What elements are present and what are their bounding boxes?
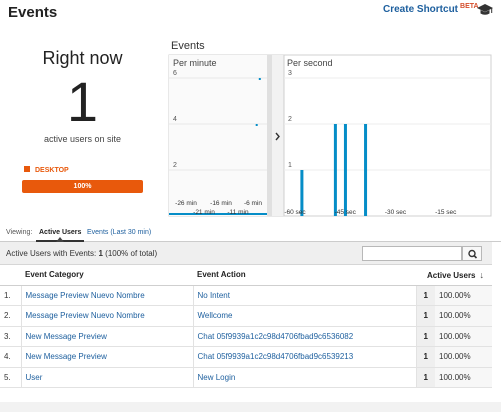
active-users-percent-cell: 100.00% [435, 326, 493, 347]
active-users-percent-cell: 100.00% [435, 285, 493, 306]
per-second-title: Per second [287, 58, 333, 68]
table-row: 1. Message Preview Nuevo Nombre No Intent 1… [0, 285, 493, 306]
per-second-bar [364, 124, 368, 216]
per-minute-y-tick: 2 [173, 162, 177, 169]
per-minute-y-tick: 4 [173, 116, 177, 123]
events-chart: Per minute Per second 2 4 6 -26 min -21 min -16… [168, 54, 492, 217]
realtime-events-page: Events Create Shortcut BETA Right now 1 a… [0, 0, 501, 412]
per-minute-bar [255, 124, 258, 126]
table-row: 2. Message Preview Nuevo Nombre Wellcome 1 1… [0, 305, 493, 327]
col-active-users-header[interactable]: Active Users ↓ [416, 265, 493, 286]
table-row: 3. New Message Preview Chat 05f9939a1c2c98… [0, 326, 493, 347]
events-table: Event Category Event Action Active Users… [0, 265, 493, 388]
per-second-x-tick: -60 sec [284, 209, 306, 216]
event-action-link[interactable]: Chat 05f9939a1c2c98d4706fbad9c6536082 [192, 326, 416, 347]
active-users-count-cell: 1 [415, 326, 435, 347]
per-minute-x-tick: -26 min [175, 200, 197, 207]
active-users-percent-cell: 100.00% [435, 346, 493, 368]
panel-divider [267, 55, 272, 216]
col-event-action-header[interactable]: Event Action [193, 265, 416, 286]
col-event-category-header[interactable]: Event Category [21, 265, 193, 286]
per-second-x-tick: -45 sec [335, 209, 357, 216]
per-minute-x-tick: -21 min [193, 209, 215, 216]
per-second-bar [343, 124, 347, 216]
search-button[interactable] [462, 246, 482, 261]
row-index: 3. [0, 326, 21, 347]
per-second-y-tick: 1 [288, 162, 292, 169]
page-footer-band [0, 402, 501, 412]
event-category-link[interactable]: Message Preview Nuevo Nombre [20, 285, 193, 306]
search-icon [468, 249, 478, 259]
event-category-link[interactable]: User [20, 367, 193, 388]
summary-prefix: Active Users with Events: [6, 249, 97, 258]
table-row: 5. User New Login 1 100.00% [0, 367, 493, 388]
per-minute-bar [258, 78, 261, 80]
table-summary-text: Active Users with Events: 1 (100% of tot… [6, 249, 157, 258]
row-index: 2. [0, 305, 21, 327]
event-category-link[interactable]: New Message Preview [20, 326, 193, 347]
table-header-row: Event Category Event Action Active Users… [0, 265, 493, 286]
viewing-tabs: Viewing: Active Users Events (Last 30 mi… [0, 224, 501, 242]
event-action-link[interactable]: New Login [192, 367, 416, 388]
viewing-label: Viewing: [6, 229, 33, 236]
per-second-y-tick: 2 [288, 116, 292, 123]
per-minute-x-tick: -11 min [227, 209, 249, 216]
search-input[interactable] [362, 246, 462, 261]
per-second-x-tick: -30 sec [385, 209, 407, 216]
per-minute-title: Per minute [173, 58, 217, 68]
active-users-header-label: Active Users [427, 270, 476, 280]
per-minute-panel-bg [169, 55, 267, 216]
table-row: 4. New Message Preview Chat 05f9939a1c2c98… [0, 346, 493, 368]
active-users-count-cell: 1 [415, 367, 435, 388]
per-second-bar [333, 124, 337, 216]
summary-count: 1 [98, 249, 103, 258]
per-second-x-tick: -15 sec [435, 209, 457, 216]
col-index-header [0, 265, 21, 286]
per-minute-y-tick: 6 [173, 70, 177, 77]
per-minute-x-tick: -6 min [244, 200, 262, 207]
per-minute-x-tick: -16 min [210, 200, 232, 207]
active-users-count-cell: 1 [415, 346, 435, 368]
summary-detail: (100% of total) [105, 249, 158, 258]
table-summary-bar: Active Users with Events: 1 (100% of tot… [0, 242, 492, 265]
active-users-count-cell: 1 [415, 305, 435, 327]
row-index: 1. [0, 285, 21, 306]
row-index: 4. [0, 346, 21, 368]
active-users-percent-cell: 100.00% [435, 367, 493, 388]
per-second-y-tick: 3 [288, 70, 292, 77]
active-users-count-cell: 1 [415, 285, 435, 306]
event-category-link[interactable]: Message Preview Nuevo Nombre [20, 305, 193, 327]
sort-desc-icon: ↓ [479, 269, 485, 280]
event-action-link[interactable]: Chat 05f9939a1c2c98d4706fbad9c6539213 [192, 346, 416, 368]
event-action-link[interactable]: No Intent [192, 285, 416, 306]
row-index: 5. [0, 367, 21, 388]
tab-events-last-30-min[interactable]: Events (Last 30 min) [87, 229, 151, 236]
active-users-percent-cell: 100.00% [435, 305, 493, 327]
event-action-link[interactable]: Wellcome [192, 305, 416, 327]
event-category-link[interactable]: New Message Preview [20, 346, 193, 368]
